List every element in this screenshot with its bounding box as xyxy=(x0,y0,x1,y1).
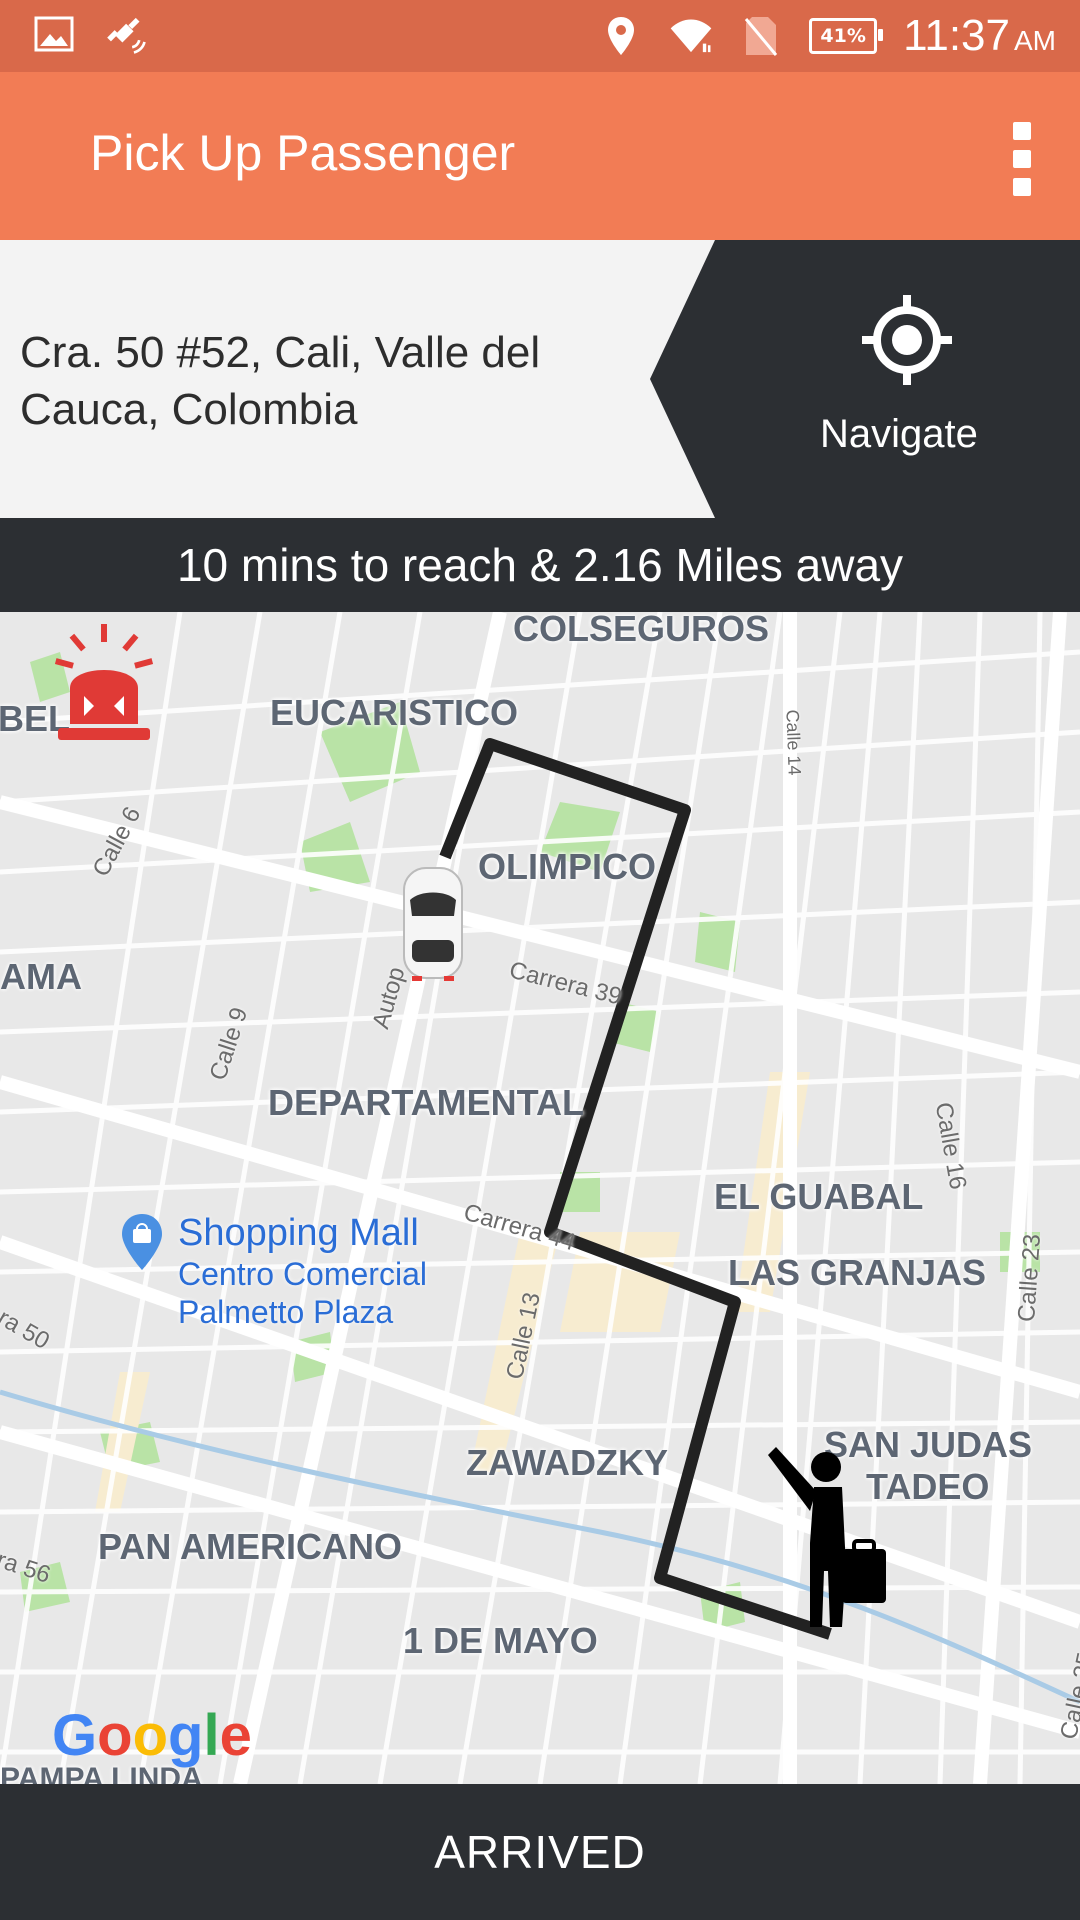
google-letter: l xyxy=(203,1703,220,1768)
image-icon xyxy=(32,12,76,56)
clock: 11:37 AM xyxy=(903,11,1056,61)
google-letter: e xyxy=(219,1703,252,1768)
no-sim-icon xyxy=(739,14,783,58)
clock-time: 11:37 xyxy=(903,11,1010,60)
google-letter: g xyxy=(168,1703,204,1768)
poi-title: Shopping Mall xyxy=(178,1212,419,1254)
shopping-pin-icon xyxy=(120,1212,164,1272)
eta-banner: 10 mins to reach & 2.16 Miles away xyxy=(0,518,1080,612)
page-title: Pick Up Passenger xyxy=(90,125,516,181)
map-label-las-granjas: LAS GRANJAS xyxy=(728,1252,987,1293)
poi-name-line1: Centro Comercial xyxy=(178,1256,427,1292)
battery-icon: 41% xyxy=(809,18,884,54)
navigate-label: Navigate xyxy=(820,412,978,456)
map-label-el-guabal: EL GUABAL xyxy=(714,1176,924,1217)
fake-gps-icon xyxy=(104,12,148,56)
wifi-icon xyxy=(669,14,713,58)
map-label-olimpico: OLIMPICO xyxy=(478,846,656,887)
map-label-departamental: DEPARTAMENTAL xyxy=(268,1082,584,1123)
map-label-1-de-mayo: 1 DE MAYO xyxy=(403,1620,598,1661)
poi-shopping-mall[interactable]: Shopping Mall Centro Comercial Palmetto … xyxy=(120,1212,427,1331)
map-view[interactable]: COLSEGUROS EUCARISTICO BEL OLIMPICO AMA … xyxy=(0,612,1080,1784)
google-letter: o xyxy=(132,1703,168,1768)
google-logo: Google xyxy=(52,1702,252,1769)
map-label-pan-americano: PAN AMERICANO xyxy=(98,1526,402,1567)
map-label-colseguros: COLSEGUROS xyxy=(513,612,770,649)
street-label-calle-14: Calle 14 xyxy=(782,709,805,776)
battery-level: 41% xyxy=(820,25,866,47)
map-label-eucaristico: EUCARISTICO xyxy=(270,692,519,733)
app-bar: Pick Up Passenger xyxy=(0,72,1080,240)
clock-ampm: AM xyxy=(1014,25,1056,56)
google-letter: o xyxy=(97,1703,133,1768)
map-label-zawadzky: ZAWADZKY xyxy=(466,1442,668,1483)
pickup-address-panel: Cra. 50 #52, Cali, Valle del Cauca, Colo… xyxy=(0,240,1080,518)
arrived-button[interactable]: ARRIVED xyxy=(0,1784,1080,1920)
map-label-ama: AMA xyxy=(0,956,82,997)
pickup-address: Cra. 50 #52, Cali, Valle del Cauca, Colo… xyxy=(20,328,541,434)
google-letter: G xyxy=(52,1703,98,1768)
location-icon xyxy=(599,14,643,58)
more-vert-icon[interactable] xyxy=(1008,122,1036,196)
status-bar: 41% 11:37 AM xyxy=(0,0,1080,72)
poi-name-line2: Palmetto Plaza xyxy=(178,1294,394,1330)
navigate-button[interactable]: Navigate xyxy=(650,240,1080,518)
